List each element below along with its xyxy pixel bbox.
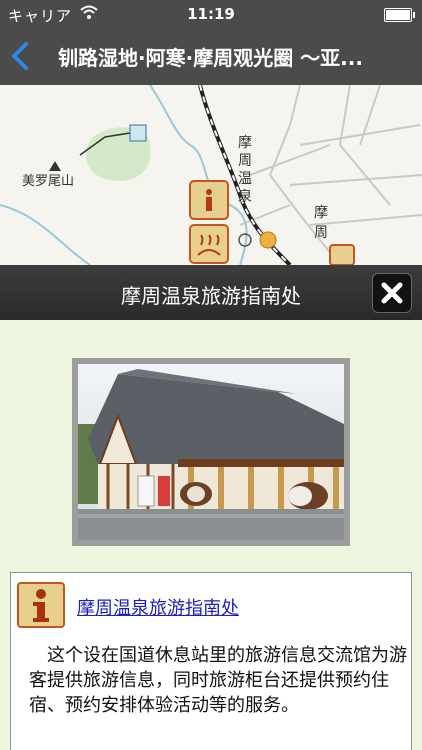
popup-header: 摩周温泉旅游指南处 <box>0 265 422 320</box>
facility-photo <box>78 364 344 540</box>
map-label-onsen-4: 泉 <box>238 188 252 205</box>
facility-link[interactable]: 摩周温泉旅游指南处 <box>77 594 239 620</box>
map-label-mountain: 美罗尾山 <box>22 174 74 189</box>
map-label-onsen-3: 温 <box>238 171 252 187</box>
clock-time: 11:19 <box>187 5 235 23</box>
photo-frame <box>72 358 350 546</box>
map-label-onsen-2: 周 <box>238 153 252 169</box>
close-button[interactable] <box>372 273 412 313</box>
nav-title: 钏路湿地·阿寒·摩周观光圈 ～亚... <box>58 46 363 70</box>
map-label-onsen-1: 摩 <box>238 134 252 151</box>
popup-title: 摩周温泉旅游指南处 <box>121 284 301 308</box>
map-label-mashu-2: 周 <box>314 225 328 241</box>
back-button[interactable] <box>6 38 38 74</box>
nav-bar: 钏路湿地·阿寒·摩周观光圈 ～亚... <box>0 28 422 85</box>
map-label-mashu-1: 摩 <box>314 204 328 221</box>
battery-icon <box>384 8 415 22</box>
map-view[interactable]: 美罗尾山 摩 周 温 泉 摩 周 <box>0 85 422 265</box>
close-icon <box>381 282 403 304</box>
map-graphic: 美罗尾山 摩 周 温 泉 摩 周 <box>0 85 422 265</box>
status-bar: キャリア 11:19 <box>0 0 422 28</box>
facility-description: 这个设在国道休息站里的旅游信息交流馆为游客提供旅游信息，同时旅游柜台还提供预约住… <box>29 645 407 716</box>
info-icon <box>17 582 65 628</box>
info-card: 摩周温泉旅游指南处 这个设在国道休息站里的旅游信息交流馆为游客提供旅游信息，同时… <box>10 572 412 750</box>
chevron-left-icon <box>12 42 28 70</box>
